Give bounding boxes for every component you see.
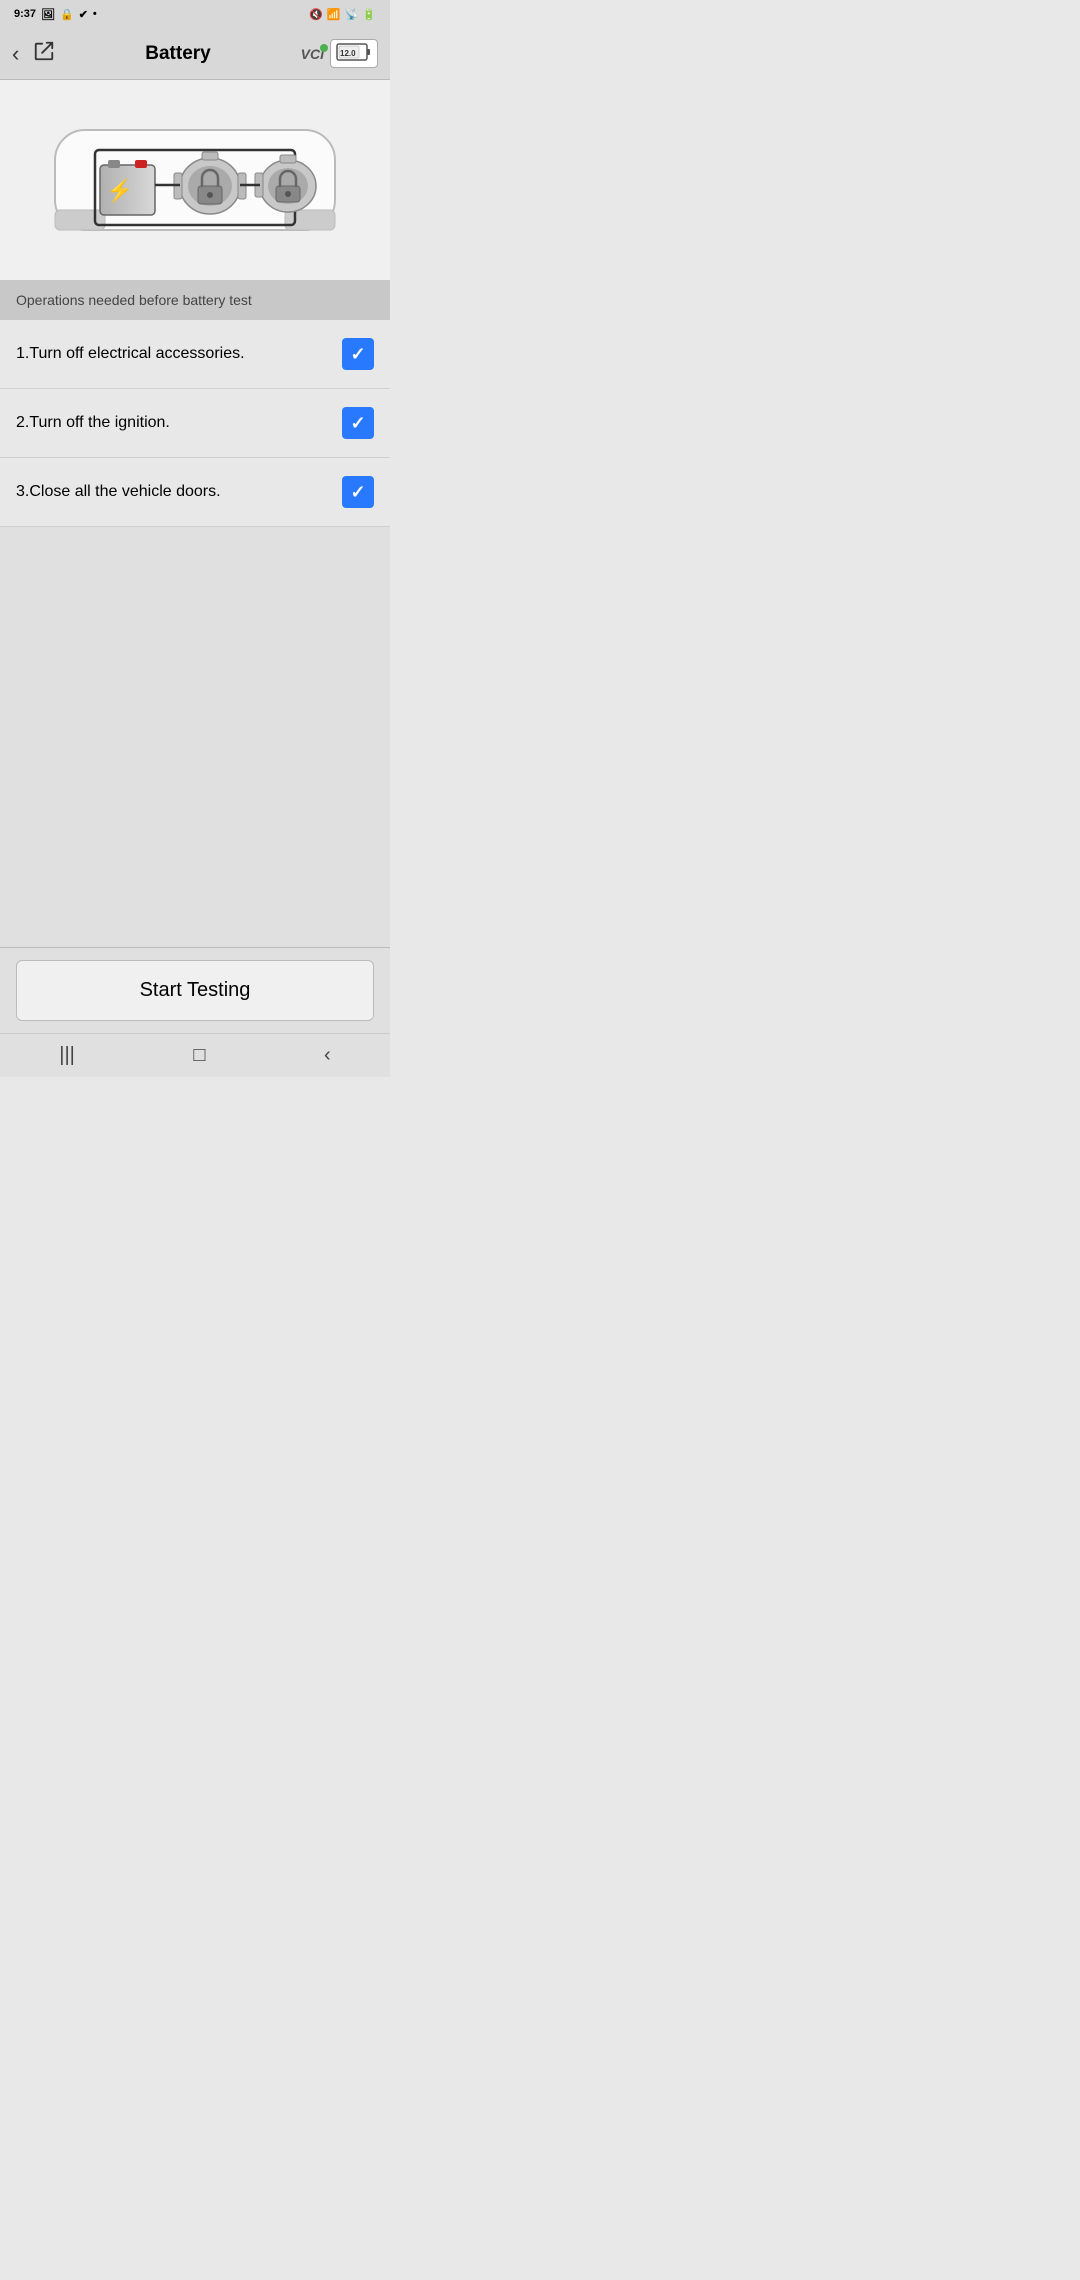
checklist-item-1[interactable]: 1.Turn off electrical accessories.: [0, 320, 390, 389]
checklist-item-2[interactable]: 2.Turn off the ignition.: [0, 389, 390, 458]
start-testing-button[interactable]: Start Testing: [16, 960, 374, 1021]
toolbar: ‹ Battery VCI: [0, 28, 390, 80]
checklist-item-2-text: 2.Turn off the ignition.: [16, 414, 342, 432]
vehicle-diagram: ⚡: [0, 80, 390, 280]
svg-text:12.0: 12.0: [340, 49, 356, 58]
page-title: Battery: [55, 43, 300, 65]
toolbar-left: ‹: [12, 40, 55, 67]
status-left: 9:37 🖼 🔒 ✔ •: [14, 8, 97, 21]
share-button[interactable]: [33, 40, 55, 67]
back-button[interactable]: ‹: [12, 41, 19, 67]
signal-icon: 📡: [345, 8, 359, 21]
status-time: 9:37: [14, 8, 36, 20]
wifi-icon: 📶: [327, 8, 341, 21]
checkbox-3[interactable]: [342, 476, 374, 508]
vci-badge: VCI: [301, 46, 324, 62]
checkbox-1[interactable]: [342, 338, 374, 370]
operations-header: Operations needed before battery test: [0, 280, 390, 320]
checkbox-2[interactable]: [342, 407, 374, 439]
dot-icon: •: [93, 8, 97, 20]
nav-back-icon[interactable]: ‹: [324, 1044, 331, 1067]
bottom-nav: ||| □ ‹: [0, 1033, 390, 1077]
lock-icon: 🔒: [60, 8, 74, 21]
checklist-item-3-text: 3.Close all the vehicle doors.: [16, 483, 342, 501]
status-right: 🔇 📶 📡 🔋: [309, 8, 376, 21]
operations-header-text: Operations needed before battery test: [16, 292, 252, 308]
battery-status-icon: 🔋: [362, 8, 376, 21]
voltage-badge: 12.0: [330, 39, 378, 68]
nav-home-icon[interactable]: □: [193, 1044, 205, 1067]
empty-content-area: [0, 527, 390, 947]
vci-connected-dot: [320, 44, 328, 52]
start-button-container: Start Testing: [0, 947, 390, 1033]
checklist-item-1-text: 1.Turn off electrical accessories.: [16, 345, 342, 363]
svg-text:⚡: ⚡: [106, 178, 133, 204]
car-illustration: ⚡: [20, 100, 370, 260]
toolbar-right: VCI 12.0: [301, 39, 378, 68]
status-bar: 9:37 🖼 🔒 ✔ • 🔇 📶 📡 🔋: [0, 0, 390, 28]
checklist-item-3[interactable]: 3.Close all the vehicle doors.: [0, 458, 390, 527]
check-icon: ✔: [79, 8, 88, 21]
nav-menu-icon[interactable]: |||: [59, 1044, 75, 1067]
gallery-icon: 🖼: [41, 8, 55, 21]
mute-icon: 🔇: [309, 8, 323, 21]
checklist: 1.Turn off electrical accessories. 2.Tur…: [0, 320, 390, 527]
